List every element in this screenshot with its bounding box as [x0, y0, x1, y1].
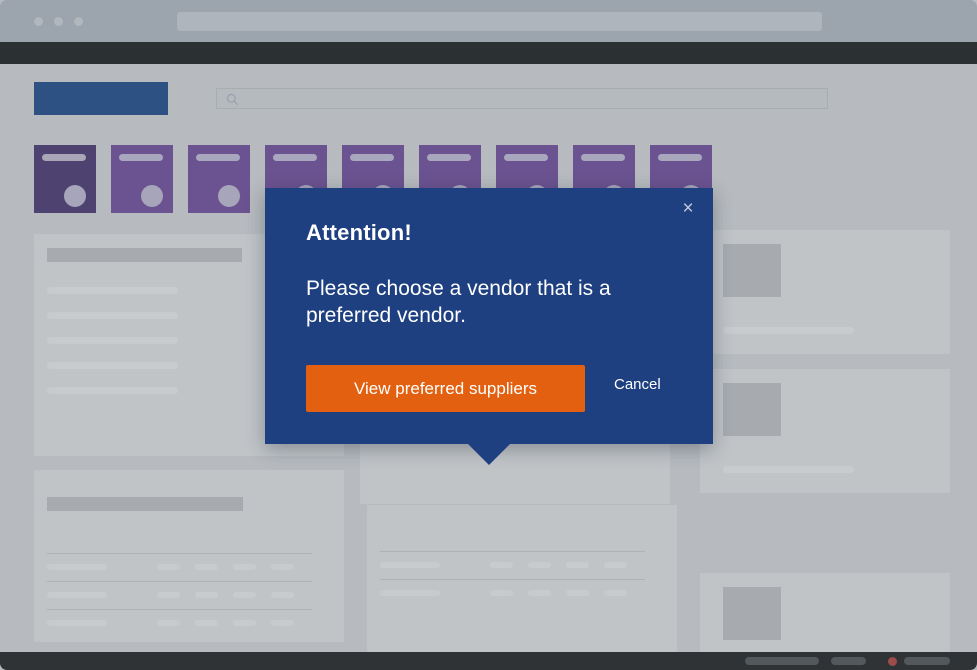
product-card-title-bar: [658, 154, 702, 161]
product-card-title-bar: [504, 154, 548, 161]
result-card[interactable]: [700, 369, 950, 493]
table-cell: [566, 590, 589, 596]
table-cell: [271, 564, 294, 570]
search-input[interactable]: [216, 88, 828, 109]
table-divider: [47, 553, 312, 554]
table-divider: [47, 581, 312, 582]
modal-pointer-arrow: [467, 443, 511, 465]
browser-window: × Attention! Please choose a vendor that…: [0, 0, 977, 670]
table-cell: [233, 592, 256, 598]
table-cell: [233, 564, 256, 570]
detail-line: [47, 387, 178, 394]
table-cell: [528, 590, 551, 596]
app-logo[interactable]: [34, 82, 168, 115]
attention-modal: × Attention! Please choose a vendor that…: [265, 188, 713, 444]
table-divider: [380, 551, 645, 552]
browser-titlebar: [0, 0, 977, 42]
table-cell: [195, 592, 218, 598]
product-card-title-bar: [196, 154, 240, 161]
detail-line: [47, 287, 178, 294]
result-thumbnail: [723, 383, 781, 436]
close-icon[interactable]: ×: [675, 196, 701, 222]
table-cell: [271, 620, 294, 626]
detail-line: [47, 312, 178, 319]
table-row: [380, 590, 440, 596]
result-thumbnail: [723, 244, 781, 297]
table-cell: [195, 564, 218, 570]
task-pill[interactable]: [831, 657, 866, 665]
table-panel-heading: [47, 497, 243, 511]
table-cell: [233, 620, 256, 626]
product-card-avatar: [141, 185, 163, 207]
modal-title: Attention!: [306, 220, 412, 245]
product-card-title-bar: [350, 154, 394, 161]
product-card-title-bar: [42, 154, 86, 161]
taskbar: [0, 652, 977, 670]
table-cell: [604, 562, 627, 568]
result-card[interactable]: [700, 230, 950, 354]
product-card-title-bar: [273, 154, 317, 161]
window-maximize-dot[interactable]: [74, 17, 83, 26]
address-bar[interactable]: [177, 12, 822, 31]
product-card-avatar: [218, 185, 240, 207]
table-cell: [604, 590, 627, 596]
detail-line: [47, 362, 178, 369]
table-divider: [380, 579, 645, 580]
cancel-button[interactable]: Cancel: [614, 376, 661, 393]
table-divider: [47, 609, 312, 610]
product-card-title-bar: [119, 154, 163, 161]
task-pill[interactable]: [745, 657, 819, 665]
table-row: [47, 620, 107, 626]
result-line: [723, 466, 854, 473]
global-nav-band: [0, 42, 977, 64]
search-icon: [226, 93, 239, 106]
window-close-dot[interactable]: [34, 17, 43, 26]
status-indicator-dot: [888, 657, 897, 666]
table-cell: [157, 592, 180, 598]
product-card-title-bar: [581, 154, 625, 161]
table-cell: [490, 590, 513, 596]
view-preferred-suppliers-button[interactable]: View preferred suppliers: [306, 365, 585, 412]
product-card-avatar: [64, 185, 86, 207]
product-card[interactable]: [188, 145, 250, 213]
table-cell: [195, 620, 218, 626]
result-thumbnail: [723, 587, 781, 640]
product-card[interactable]: [111, 145, 173, 213]
table-cell: [566, 562, 589, 568]
modal-message: Please choose a vendor that is a preferr…: [306, 277, 611, 327]
table-row: [47, 592, 107, 598]
table-cell: [528, 562, 551, 568]
table-cell: [157, 564, 180, 570]
table-cell: [271, 592, 294, 598]
window-minimize-dot[interactable]: [54, 17, 63, 26]
middle-table-panel: [367, 505, 677, 670]
product-card-title-bar: [427, 154, 471, 161]
table-panel: [34, 470, 344, 642]
product-card[interactable]: [34, 145, 96, 213]
result-line: [723, 327, 854, 334]
detail-line: [47, 337, 178, 344]
table-row: [47, 564, 107, 570]
table-cell: [490, 562, 513, 568]
table-cell: [157, 620, 180, 626]
detail-panel-heading: [47, 248, 242, 262]
task-pill[interactable]: [904, 657, 950, 665]
table-row: [380, 562, 440, 568]
